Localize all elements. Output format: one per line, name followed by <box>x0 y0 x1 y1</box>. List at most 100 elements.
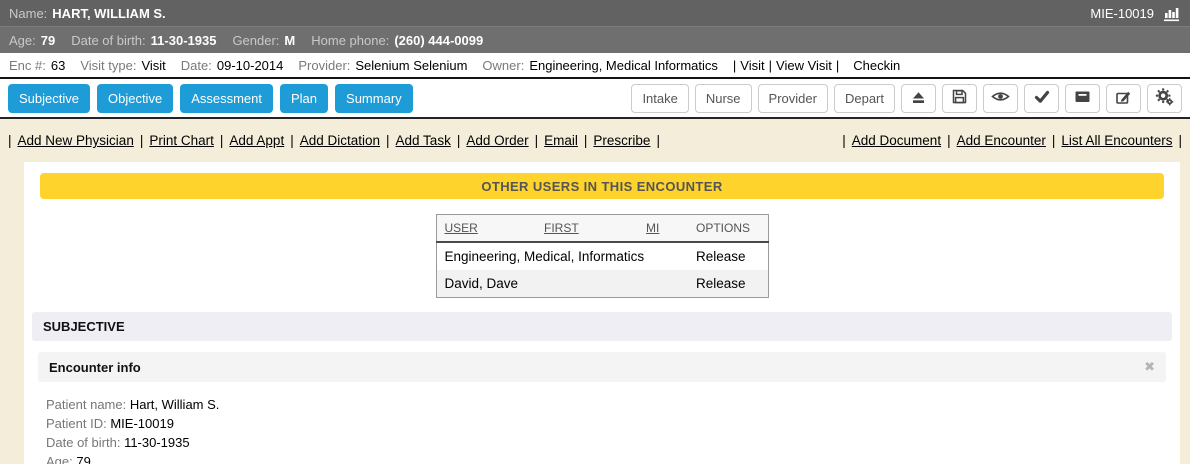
encounter-header-bar: Enc #: 63 Visit type: Visit Date: 09-10-… <box>0 53 1190 79</box>
gender-value: M <box>284 33 295 48</box>
add-new-physician-link[interactable]: Add New Physician <box>18 133 134 148</box>
tab-assessment[interactable]: Assessment <box>180 84 273 113</box>
tab-subjective[interactable]: Subjective <box>8 84 90 113</box>
col-user[interactable]: USER <box>445 221 478 235</box>
patient-id-field-value: MIE-10019 <box>110 416 174 431</box>
encounter-panel: OTHER USERS IN THIS ENCOUNTER USER FIRST… <box>24 162 1180 464</box>
add-order-link[interactable]: Add Order <box>466 133 528 148</box>
user-name-cell: Engineering, Medical, Informatics <box>436 242 688 270</box>
separator: | <box>1178 133 1182 148</box>
depart-button[interactable]: Depart <box>834 84 895 113</box>
enc-number-value: 63 <box>51 58 65 73</box>
release-link[interactable]: Release <box>688 270 768 298</box>
separator: | <box>842 133 846 148</box>
separator: | <box>947 133 951 148</box>
release-link[interactable]: Release <box>688 242 768 270</box>
age-field-value: 79 <box>76 454 90 464</box>
enc-number-label: Enc #: <box>9 58 46 73</box>
col-first[interactable]: FIRST <box>544 221 579 235</box>
enc-date-value: 09-10-2014 <box>217 58 284 73</box>
separator: | <box>836 58 839 73</box>
demographics-bar: Age: 79 Date of birth: 11-30-1935 Gender… <box>0 27 1190 53</box>
visit-type-label: Visit type: <box>80 58 136 73</box>
checkin-link[interactable]: Checkin <box>853 58 900 73</box>
intake-button[interactable]: Intake <box>631 84 688 113</box>
owner-label: Owner: <box>482 58 524 73</box>
col-options: OPTIONS <box>696 221 750 235</box>
dob-field-label: Date of birth: <box>46 435 120 450</box>
gender-label: Gender: <box>232 33 279 48</box>
visit-type-value: Visit <box>141 58 165 73</box>
check-icon <box>1034 90 1050 107</box>
tab-summary[interactable]: Summary <box>335 84 413 113</box>
prescribe-link[interactable]: Prescribe <box>593 133 650 148</box>
patient-id-field-label: Patient ID: <box>46 416 107 431</box>
settings-button[interactable] <box>1147 84 1182 113</box>
phone-label: Home phone: <box>311 33 389 48</box>
eject-button[interactable] <box>901 84 936 113</box>
email-link[interactable]: Email <box>544 133 578 148</box>
visit-link[interactable]: Visit <box>740 58 764 73</box>
chart-id: MIE-10019 <box>1090 6 1154 21</box>
provider-label: Provider: <box>298 58 350 73</box>
dob-label: Date of birth: <box>71 33 145 48</box>
save-button[interactable] <box>942 84 977 113</box>
table-row: David, Dave Release <box>436 270 768 298</box>
add-encounter-link[interactable]: Add Encounter <box>957 133 1046 148</box>
add-document-link[interactable]: Add Document <box>852 133 941 148</box>
owner-value: Engineering, Medical Informatics <box>529 58 718 73</box>
patient-name-field-value: Hart, William S. <box>130 397 220 412</box>
separator: | <box>535 133 539 148</box>
dob-field-value: 11-30-1935 <box>124 435 190 450</box>
separator: | <box>733 58 736 73</box>
separator: | <box>220 133 224 148</box>
provider-button[interactable]: Provider <box>758 84 828 113</box>
encounter-info-title: Encounter info <box>49 360 141 375</box>
dob-value: 11-30-1935 <box>151 33 217 48</box>
other-users-table: USER FIRST MI OPTIONS Engineering, Medic… <box>436 214 769 298</box>
provider-value: Selenium Selenium <box>355 58 467 73</box>
table-row: Engineering, Medical, Informatics Releas… <box>436 242 768 270</box>
patient-name: HART, WILLIAM S. <box>52 6 165 21</box>
edit-button[interactable] <box>1106 84 1141 113</box>
tab-plan[interactable]: Plan <box>280 84 328 113</box>
separator: | <box>8 133 12 148</box>
separator: | <box>1052 133 1056 148</box>
list-all-encounters-link[interactable]: List All Encounters <box>1061 133 1172 148</box>
phone-value: (260) 444-0099 <box>394 33 483 48</box>
separator: | <box>386 133 390 148</box>
subjective-section-header: SUBJECTIVE <box>32 312 1172 341</box>
field-row: Patient name: Hart, William S. <box>46 395 1180 414</box>
add-dictation-link[interactable]: Add Dictation <box>300 133 380 148</box>
eye-icon <box>991 89 1010 107</box>
age-value: 79 <box>41 33 55 48</box>
separator: | <box>769 58 772 73</box>
gears-icon <box>1155 88 1174 109</box>
preview-button[interactable] <box>983 84 1018 113</box>
separator: | <box>584 133 588 148</box>
col-mi[interactable]: MI <box>646 221 659 235</box>
print-chart-link[interactable]: Print Chart <box>149 133 214 148</box>
encounter-info-header: Encounter info ✖ <box>38 352 1166 382</box>
archive-button[interactable] <box>1065 84 1100 113</box>
add-task-link[interactable]: Add Task <box>396 133 451 148</box>
view-visit-link[interactable]: View Visit <box>776 58 832 73</box>
table-header-row: USER FIRST MI OPTIONS <box>436 215 768 243</box>
patient-name-label: Name: <box>9 6 47 21</box>
close-icon[interactable]: ✖ <box>1144 359 1155 375</box>
field-row: Patient ID: MIE-10019 <box>46 414 1180 433</box>
add-appt-link[interactable]: Add Appt <box>229 133 284 148</box>
tab-objective[interactable]: Objective <box>97 84 173 113</box>
toolbar: Subjective Objective Assessment Plan Sum… <box>0 79 1190 119</box>
field-row: Date of birth: 11-30-1935 <box>46 433 1180 452</box>
sign-button[interactable] <box>1024 84 1059 113</box>
age-field-label: Age: <box>46 454 73 464</box>
encounter-info-fields: Patient name: Hart, William S. Patient I… <box>46 395 1180 464</box>
save-icon <box>951 88 968 108</box>
edit-icon <box>1115 89 1132 108</box>
chart-stats-icon[interactable] <box>1163 5 1181 22</box>
user-name-cell: David, Dave <box>436 270 688 298</box>
nurse-button[interactable]: Nurse <box>695 84 752 113</box>
field-row: Age: 79 <box>46 452 1180 464</box>
separator: | <box>457 133 461 148</box>
